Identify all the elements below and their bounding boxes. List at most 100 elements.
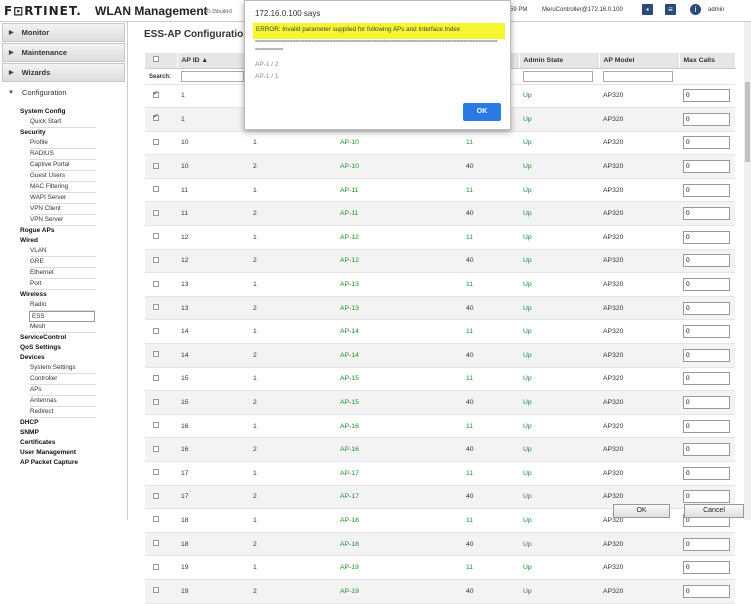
table-row[interactable]: 13 1 AP-13 11 Up AP320 <box>145 272 735 297</box>
table-row[interactable]: 10 2 AP-10 40 Up AP320 <box>145 154 735 179</box>
row-checkbox[interactable] <box>153 209 159 216</box>
table-row[interactable]: 11 2 AP-11 40 Up AP320 <box>145 201 735 227</box>
nav-item-antennas[interactable]: Antennas <box>30 396 96 407</box>
table-row[interactable]: 10 1 AP-10 11 Up AP320 <box>145 131 735 156</box>
max-calls-input[interactable] <box>683 112 730 126</box>
row-select-cell[interactable] <box>145 84 177 109</box>
row-select-cell[interactable] <box>145 532 177 557</box>
nav-section-servicecontrol[interactable]: ServiceControl <box>20 333 127 343</box>
table-row[interactable]: 12 2 AP-12 40 Up AP320 <box>145 249 735 274</box>
vertical-scrollbar[interactable] <box>744 22 751 520</box>
row-select-cell[interactable] <box>145 343 177 368</box>
max-calls-input[interactable] <box>683 89 730 103</box>
nav-section-wired[interactable]: Wired <box>20 236 127 246</box>
max-calls-input[interactable] <box>683 537 730 551</box>
table-row[interactable]: 16 2 AP-16 40 Up AP320 <box>145 437 735 462</box>
row-checkbox[interactable] <box>153 138 159 145</box>
sidebar-configuration[interactable]: ▼ Configuration <box>2 83 125 102</box>
nav-item-captive-portal[interactable]: Captive Portal <box>30 160 96 171</box>
nav-section-ap-packet-capture[interactable]: AP Packet Capture <box>20 458 127 468</box>
select-all-checkbox[interactable] <box>153 56 159 63</box>
max-calls-input[interactable] <box>683 230 730 244</box>
row-select-cell[interactable] <box>145 225 177 250</box>
max-calls-input[interactable] <box>683 183 730 197</box>
row-checkbox[interactable] <box>153 89 159 98</box>
row-checkbox[interactable] <box>153 540 159 547</box>
nav-section-qos-settings[interactable]: QoS Settings <box>20 343 127 353</box>
save-icon[interactable]: ▪ <box>642 4 653 15</box>
row-checkbox[interactable] <box>153 492 159 499</box>
nav-item-quick-start[interactable]: Quick Start <box>30 117 96 128</box>
nav-item-mac-filtering[interactable]: MAC Filtering <box>30 182 96 193</box>
search-input[interactable] <box>603 70 673 82</box>
row-checkbox[interactable] <box>153 256 159 263</box>
row-checkbox[interactable] <box>153 186 159 193</box>
nav-item-guest-users[interactable]: Guest Users <box>30 171 96 182</box>
nav-item-redirect[interactable]: Redirect <box>30 407 96 418</box>
table-row[interactable]: 18 2 AP-18 40 Up AP320 <box>145 532 735 557</box>
row-checkbox[interactable] <box>153 516 159 523</box>
row-checkbox[interactable] <box>153 112 159 122</box>
nav-item-mesh[interactable]: Mesh <box>30 322 96 333</box>
row-checkbox[interactable] <box>153 280 159 287</box>
scrollbar-thumb[interactable] <box>745 82 750 162</box>
row-select-cell[interactable] <box>145 390 177 415</box>
row-checkbox[interactable] <box>153 327 159 334</box>
table-row[interactable]: 17 1 AP-17 11 Up AP320 <box>145 461 735 486</box>
max-calls-input[interactable] <box>683 490 730 504</box>
nav-section-system-config[interactable]: System Config <box>20 107 127 117</box>
nav-item-system-settings[interactable]: System Settings <box>30 363 96 374</box>
max-calls-input[interactable] <box>683 443 730 457</box>
max-calls-input[interactable] <box>683 254 730 268</box>
nav-section-security[interactable]: Security <box>20 128 127 138</box>
nav-item-port[interactable]: Port <box>30 279 96 290</box>
row-select-cell[interactable] <box>145 579 177 604</box>
info-icon[interactable]: i <box>690 4 701 15</box>
max-calls-input[interactable] <box>683 160 730 174</box>
nav-section-dhcp[interactable]: DHCP <box>20 418 127 428</box>
table-row[interactable]: 19 2 AP-19 40 Up AP320 <box>145 579 735 604</box>
table-row[interactable]: 12 1 AP-12 11 Up AP320 <box>145 225 735 250</box>
max-calls-input[interactable] <box>683 419 730 433</box>
max-calls-input[interactable] <box>683 396 730 410</box>
row-select-cell[interactable] <box>145 272 177 297</box>
row-checkbox[interactable] <box>153 162 159 169</box>
nav-item-ethernet[interactable]: Ethernet <box>30 268 96 279</box>
cancel-button[interactable]: Cancel <box>684 504 744 518</box>
row-checkbox[interactable] <box>153 422 159 429</box>
row-select-cell[interactable] <box>145 178 177 203</box>
row-select-cell[interactable] <box>145 249 177 274</box>
column-header[interactable]: Max Calls <box>679 53 736 69</box>
row-checkbox[interactable] <box>153 445 159 452</box>
nav-item-wapi-server[interactable]: WAPI Server <box>30 193 96 204</box>
row-select-cell[interactable] <box>145 201 177 227</box>
row-checkbox[interactable] <box>153 563 159 570</box>
nav-section-devices[interactable]: Devices <box>20 353 127 363</box>
nav-item-controller[interactable]: Controller <box>30 374 96 385</box>
row-checkbox[interactable] <box>153 304 159 311</box>
table-row[interactable]: 14 1 AP-14 11 Up AP320 <box>145 319 735 345</box>
sidebar-maintenance[interactable]: ▶ Maintenance <box>2 43 125 62</box>
user-label[interactable]: admin <box>708 7 724 13</box>
row-checkbox[interactable] <box>153 469 159 476</box>
row-select-cell[interactable] <box>145 131 177 156</box>
nav-item-profile[interactable]: Profile <box>30 138 96 149</box>
table-row[interactable]: 14 2 AP-14 40 Up AP320 <box>145 343 735 368</box>
table-row[interactable]: 15 1 AP-15 11 Up AP320 <box>145 367 735 392</box>
max-calls-input[interactable] <box>683 207 730 221</box>
search-input[interactable] <box>181 70 244 82</box>
nav-item-vpn-client[interactable]: VPN Client <box>30 204 96 215</box>
row-checkbox[interactable] <box>153 587 159 594</box>
max-calls-input[interactable] <box>683 466 730 480</box>
max-calls-input[interactable] <box>683 325 730 339</box>
row-select-cell[interactable] <box>145 555 177 580</box>
row-checkbox[interactable] <box>153 374 159 381</box>
table-row[interactable]: 16 1 AP-16 11 Up AP320 <box>145 414 735 439</box>
column-header[interactable]: AP ID ▲ <box>177 53 250 69</box>
max-calls-input[interactable] <box>683 136 730 150</box>
row-select-cell[interactable] <box>145 437 177 462</box>
row-select-cell[interactable] <box>145 154 177 179</box>
row-checkbox[interactable] <box>153 351 159 358</box>
row-select-cell[interactable] <box>145 461 177 486</box>
nav-section-certificates[interactable]: Certificates <box>20 438 127 448</box>
